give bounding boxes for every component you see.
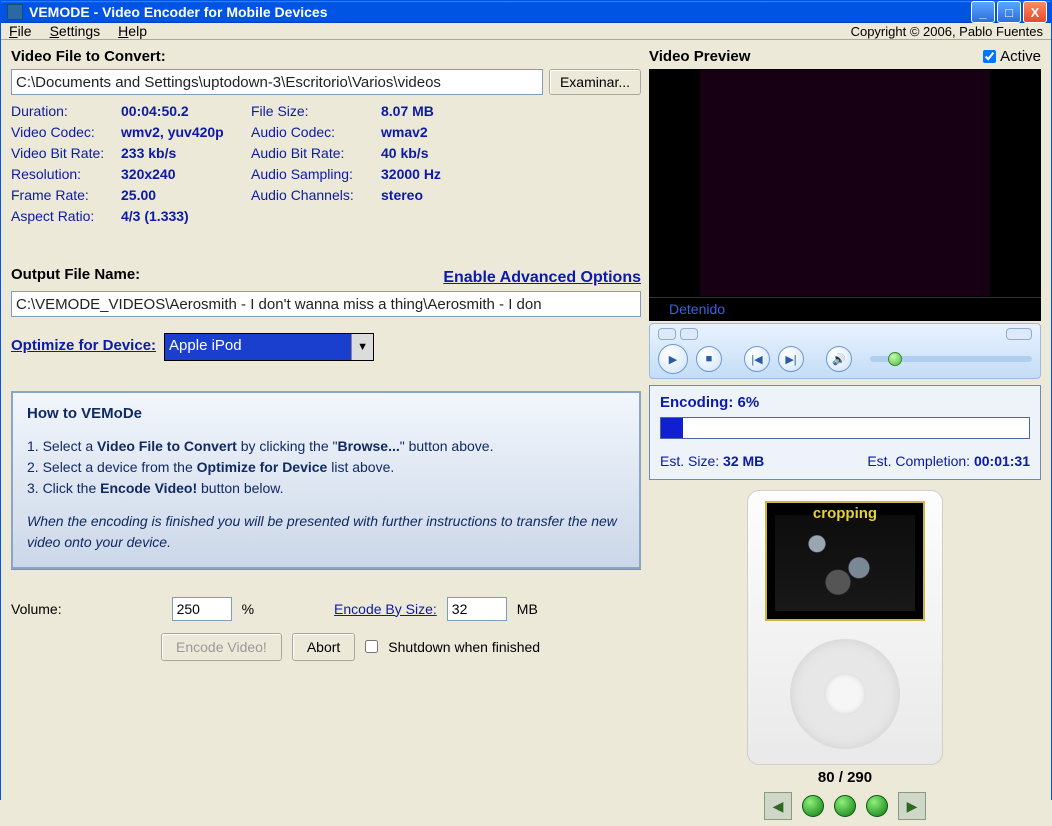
active-checkbox[interactable]	[983, 50, 996, 63]
achannels-value: stereo	[381, 187, 511, 203]
app-window: VEMODE - Video Encoder for Mobile Device…	[0, 0, 1052, 800]
device-selected: Apple iPod	[165, 334, 351, 360]
abitrate-value: 40 kb/s	[381, 145, 511, 161]
acodec-label: Audio Codec:	[251, 124, 381, 140]
ipod-screen: cropping	[765, 501, 925, 621]
status-ball-icon	[834, 795, 856, 817]
frame-counter: 80 / 290	[649, 769, 1041, 786]
filesize-label: File Size:	[251, 103, 381, 119]
est-completion-value: 00:01:31	[974, 453, 1030, 469]
volume-slider[interactable]	[870, 356, 1032, 362]
frame-next-button[interactable]: ▶	[898, 792, 926, 820]
volume-unit: %	[242, 601, 254, 617]
speaker-icon[interactable]: 🔊	[826, 346, 852, 372]
preview-status: Detenido	[649, 297, 1041, 321]
close-button[interactable]: X	[1023, 1, 1047, 23]
player-mini-button[interactable]	[680, 328, 698, 340]
vbitrate-label: Video Bit Rate:	[11, 145, 121, 161]
maximize-button[interactable]: □	[997, 1, 1021, 23]
player-controls: ▶ ■ |◀ ▶| 🔊	[649, 323, 1041, 379]
howto-line3: 3. Click the Encode Video! button below.	[27, 478, 625, 499]
encode-size-unit: MB	[517, 601, 538, 617]
device-select[interactable]: Apple iPod ▼	[164, 333, 374, 361]
asampling-label: Audio Sampling:	[251, 166, 381, 182]
ipod-wheel-center	[824, 673, 866, 715]
rewind-button[interactable]: |◀	[744, 346, 770, 372]
resolution-label: Resolution:	[11, 166, 121, 182]
est-completion-label: Est. Completion:	[867, 453, 974, 469]
vcodec-label: Video Codec:	[11, 124, 121, 140]
duration-value: 00:04:50.2	[121, 103, 251, 119]
vcodec-value: wmv2, yuv420p	[121, 124, 251, 140]
play-button[interactable]: ▶	[658, 344, 688, 374]
abitrate-label: Audio Bit Rate:	[251, 145, 381, 161]
framerate-value: 25.00	[121, 187, 251, 203]
shutdown-checkbox[interactable]	[365, 640, 378, 653]
menu-help[interactable]: Help	[118, 23, 147, 39]
status-ball-icon	[866, 795, 888, 817]
titlebar: VEMODE - Video Encoder for Mobile Device…	[1, 1, 1051, 23]
howto-line1: 1. Select a Video File to Convert by cli…	[27, 436, 625, 457]
output-file-path[interactable]	[11, 291, 641, 317]
output-file-label: Output File Name:	[11, 266, 140, 283]
window-title: VEMODE - Video Encoder for Mobile Device…	[29, 4, 971, 20]
menu-settings[interactable]: Settings	[50, 23, 101, 39]
encoding-panel: Encoding: 6% Est. Size: 32 MB Est. Compl…	[649, 385, 1041, 480]
input-file-label: Video File to Convert:	[11, 48, 641, 65]
browse-button[interactable]: Examinar...	[549, 69, 641, 95]
duration-label: Duration:	[11, 103, 121, 119]
filesize-value: 8.07 MB	[381, 103, 511, 119]
forward-button[interactable]: ▶|	[778, 346, 804, 372]
file-properties: Duration: 00:04:50.2 File Size: 8.07 MB …	[11, 103, 641, 224]
optimize-device-label: Optimize for Device:	[11, 337, 156, 354]
resolution-value: 320x240	[121, 166, 251, 182]
encoding-label: Encoding:	[660, 394, 738, 411]
progress-fill	[661, 418, 683, 438]
shutdown-label: Shutdown when finished	[388, 639, 540, 655]
howto-title: How to VEMoDe	[27, 403, 625, 426]
encode-by-size-label[interactable]: Encode By Size:	[334, 601, 437, 617]
copyright-text: Copyright © 2006, Pablo Fuentes	[851, 24, 1043, 39]
howto-panel: How to VEMoDe 1. Select a Video File to …	[11, 391, 641, 569]
ipod-wheel	[790, 639, 900, 749]
encode-size-input[interactable]	[447, 597, 507, 621]
video-preview-label: Video Preview	[649, 48, 750, 65]
framerate-label: Frame Rate:	[11, 187, 121, 203]
player-mini-button[interactable]	[1006, 328, 1032, 340]
encode-video-button: Encode Video!	[161, 633, 282, 661]
volume-label: Volume:	[11, 601, 62, 617]
volume-input[interactable]	[172, 597, 232, 621]
menubar: File Settings Help Copyright © 2006, Pab…	[1, 23, 1051, 40]
video-preview-area	[649, 69, 1041, 297]
encoding-progress	[660, 417, 1030, 439]
frame-prev-button[interactable]: ◀	[764, 792, 792, 820]
est-size-label: Est. Size:	[660, 453, 723, 469]
slider-thumb[interactable]	[888, 352, 902, 366]
asampling-value: 32000 Hz	[381, 166, 511, 182]
aspect-label: Aspect Ratio:	[11, 208, 121, 224]
active-label: Active	[1000, 48, 1041, 65]
achannels-label: Audio Channels:	[251, 187, 381, 203]
howto-footer: When the encoding is finished you will b…	[27, 511, 625, 553]
advanced-options-link[interactable]: Enable Advanced Options	[443, 269, 641, 287]
minimize-button[interactable]: _	[971, 1, 995, 23]
abort-button[interactable]: Abort	[292, 633, 355, 661]
aspect-value: 4/3 (1.333)	[121, 208, 251, 224]
ipod-preview: cropping	[747, 490, 943, 765]
input-file-path[interactable]	[11, 69, 543, 95]
est-size-value: 32 MB	[723, 453, 764, 469]
app-icon	[7, 4, 23, 20]
status-ball-icon	[802, 795, 824, 817]
video-frame	[700, 70, 990, 296]
menu-file[interactable]: File	[9, 23, 32, 39]
ipod-video-frame	[775, 515, 915, 611]
chevron-down-icon[interactable]: ▼	[351, 334, 373, 360]
howto-line2: 2. Select a device from the Optimize for…	[27, 457, 625, 478]
vbitrate-value: 233 kb/s	[121, 145, 251, 161]
acodec-value: wmav2	[381, 124, 511, 140]
cropping-label: cropping	[813, 505, 877, 522]
player-mini-button[interactable]	[658, 328, 676, 340]
encoding-percent: 6%	[738, 394, 760, 411]
stop-button[interactable]: ■	[696, 346, 722, 372]
